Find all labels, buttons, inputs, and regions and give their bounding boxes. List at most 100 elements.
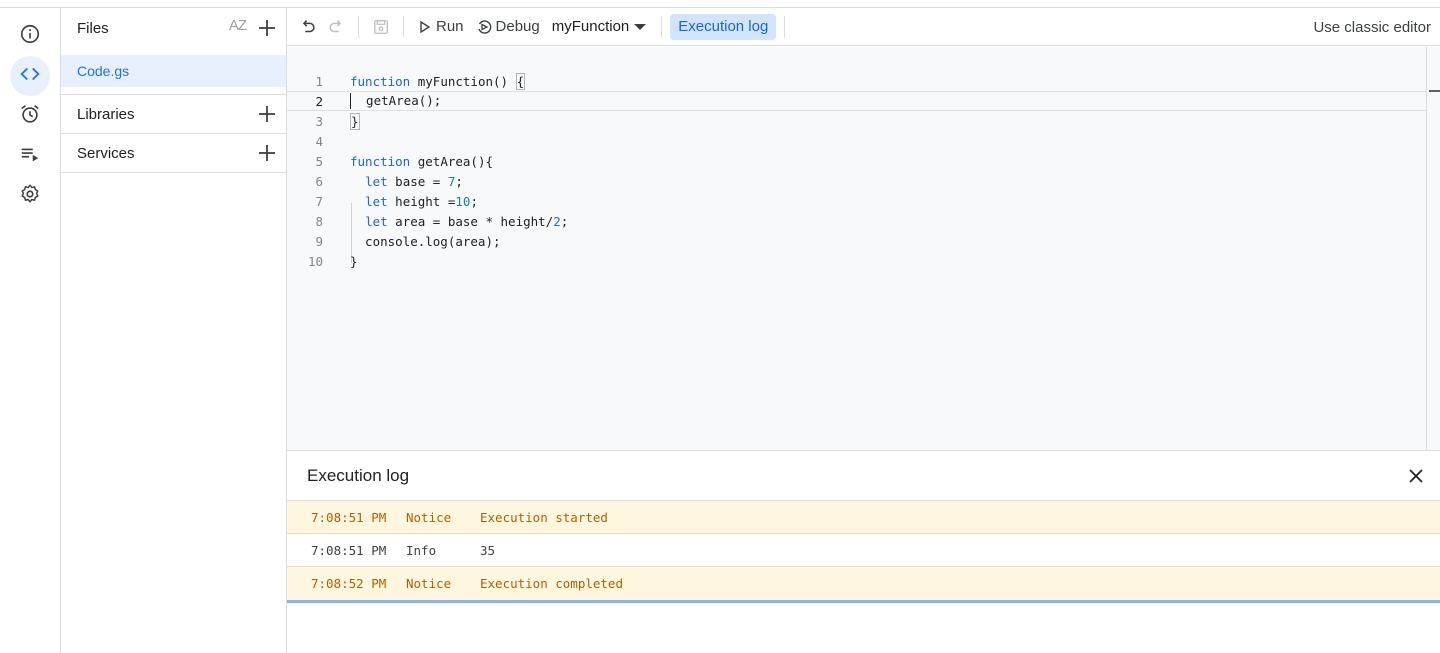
line-number: 4: [315, 133, 323, 149]
log-end-indicator: [287, 600, 1440, 603]
toolbar-separator: [403, 15, 404, 38]
code-line: 4: [287, 131, 1426, 151]
toolbar-separator: [358, 15, 359, 38]
triggers-button[interactable]: [10, 96, 50, 136]
code-text: function myFunction() {: [350, 72, 526, 90]
code-line: 1 function myFunction() {: [287, 71, 1426, 91]
function-select-value: myFunction: [551, 18, 630, 35]
log-row: 7:08:52 PM Notice Execution completed: [287, 567, 1440, 600]
code-text: let base = 7;: [365, 173, 463, 189]
line-number: 9: [315, 233, 323, 249]
project-settings-button[interactable]: [10, 176, 50, 216]
redo-button[interactable]: [322, 13, 350, 41]
code-text: }: [350, 253, 358, 269]
code-line: 9 console.log(area);: [287, 231, 1426, 251]
code-line: 3 }: [287, 111, 1426, 131]
log-time: 7:08:51 PM: [311, 509, 387, 525]
toolbar-separator: [661, 15, 663, 38]
redo-icon: [329, 19, 342, 32]
left-rail: [0, 8, 61, 653]
file-item-code-gs[interactable]: Code.gs: [61, 55, 286, 87]
divider: [61, 172, 286, 173]
overview-button[interactable]: [10, 16, 50, 56]
log-level: Info: [406, 542, 437, 558]
use-classic-editor-button[interactable]: Use classic editor: [1313, 19, 1431, 36]
save-icon: [373, 19, 389, 34]
code-line: 8 let area = base * height/2;: [287, 211, 1426, 231]
files-header: Files AZ: [61, 8, 286, 48]
libraries-label: Libraries: [77, 105, 135, 123]
cursor-position-marker: [1429, 90, 1440, 92]
code-line: 5 function getArea(){: [287, 151, 1426, 171]
code-line-current: 2 getArea();: [287, 91, 1426, 111]
line-number: 8: [315, 213, 323, 229]
dropdown-arrow-icon: [634, 23, 647, 30]
alarm-icon: [19, 103, 41, 130]
executions-icon: [19, 143, 41, 170]
log-message: 35: [480, 542, 496, 558]
add-icon: [259, 145, 275, 161]
code-icon: [19, 63, 41, 90]
line-number: 1: [315, 73, 323, 89]
code-line: 7 let height =10;: [287, 191, 1426, 211]
services-label: Services: [77, 144, 135, 162]
line-number: 3: [315, 113, 323, 129]
debug-button[interactable]: Debug: [470, 13, 546, 41]
libraries-header: Libraries: [61, 94, 286, 134]
log-message: Execution started: [480, 509, 608, 525]
code-line: 6 let base = 7;: [287, 171, 1426, 191]
top-bar-edge: [0, 0, 1440, 8]
code-editor[interactable]: 1 function myFunction() { 2 getArea(); 3…: [287, 47, 1426, 450]
undo-icon: [302, 19, 315, 32]
log-row: 7:08:51 PM Info 35: [287, 534, 1440, 567]
editor-toolbar: Run Debug myFunction Execution log Use c…: [287, 8, 1440, 46]
debug-icon: [477, 19, 491, 34]
editor-button[interactable]: [10, 56, 50, 96]
toolbar-separator: [784, 15, 786, 38]
execution-log-title: Execution log: [307, 466, 410, 485]
log-time: 7:08:51 PM: [311, 542, 387, 558]
apps-script-editor: Files AZ Code.gs Libraries Services Run …: [0, 0, 1440, 653]
services-header: Services: [61, 133, 286, 173]
code-line: 10 }: [287, 251, 1426, 271]
code-text: let height =10;: [365, 193, 478, 209]
line-number: 10: [307, 253, 323, 269]
sort-files-button[interactable]: AZ: [229, 17, 247, 34]
add-library-button[interactable]: [256, 103, 278, 125]
run-button[interactable]: Run: [412, 13, 470, 41]
files-label: Files: [77, 19, 109, 37]
play-icon: [420, 20, 431, 33]
code-text: function getArea(){: [350, 153, 494, 169]
code-text: getArea();: [350, 92, 442, 110]
code-text: console.log(area);: [350, 233, 501, 249]
line-number: 2: [315, 93, 323, 109]
run-label: Run: [436, 18, 464, 35]
close-icon: [1409, 469, 1423, 483]
function-select[interactable]: myFunction: [546, 13, 654, 41]
log-message: Execution completed: [480, 576, 623, 591]
line-number: 5: [315, 153, 323, 169]
execution-log-toggle[interactable]: Execution log: [670, 13, 777, 40]
save-button[interactable]: [367, 13, 395, 41]
code-text: let area = base * height/2;: [365, 213, 569, 229]
log-time: 7:08:52 PM: [311, 576, 387, 591]
add-icon: [259, 20, 275, 36]
info-icon: [19, 23, 41, 50]
log-row: 7:08:51 PM Notice Execution started: [287, 501, 1440, 534]
executions-button[interactable]: [10, 136, 50, 176]
file-sidebar: Files AZ Code.gs Libraries Services: [61, 8, 287, 653]
add-icon: [259, 106, 275, 122]
line-number: 7: [315, 193, 323, 209]
code-text: }: [350, 112, 360, 130]
log-level: Notice: [406, 576, 452, 591]
editor-scrollbar[interactable]: [1426, 47, 1440, 450]
settings-icon: [19, 183, 41, 210]
execution-log-panel: Execution log 7:08:51 PM Notice Executio…: [287, 450, 1440, 653]
add-service-button[interactable]: [256, 142, 278, 164]
log-level: Notice: [406, 509, 452, 525]
add-file-button[interactable]: [256, 17, 278, 39]
close-log-button[interactable]: [1406, 466, 1426, 486]
debug-label: Debug: [495, 18, 540, 35]
undo-button[interactable]: [294, 13, 322, 41]
line-number: 6: [315, 173, 323, 189]
